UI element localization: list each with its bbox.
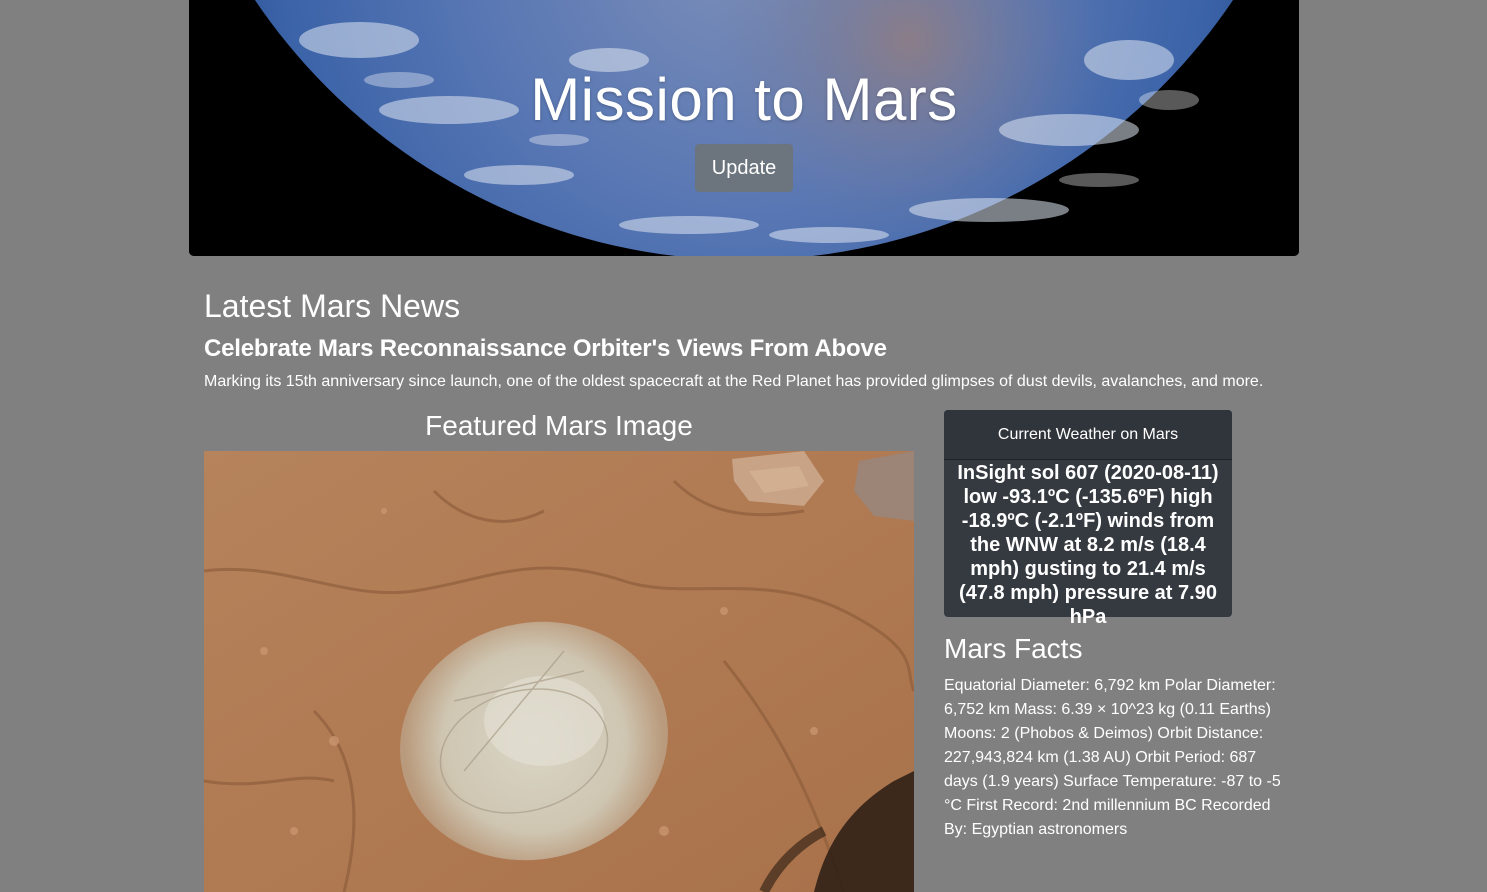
- update-button[interactable]: Update: [695, 144, 793, 192]
- weather-card-header: Current Weather on Mars: [944, 410, 1232, 460]
- facts-heading: Mars Facts: [944, 633, 1083, 664]
- featured-mars-image: [204, 451, 914, 892]
- facts-text: Equatorial Diameter: 6,792 km Polar Diam…: [944, 677, 1281, 838]
- page: Mission to Mars Update Latest Mars News …: [0, 0, 1487, 892]
- mars-surface-image: [204, 451, 914, 892]
- featured-image-heading: Featured Mars Image: [425, 410, 693, 441]
- hero-banner: Mission to Mars Update: [189, 0, 1299, 256]
- news-heading: Latest Mars News: [204, 288, 461, 324]
- news-title: Celebrate Mars Reconnaissance Orbiter's …: [204, 335, 887, 362]
- news-teaser: Marking its 15th anniversary since launc…: [204, 373, 1264, 390]
- page-title: Mission to Mars: [530, 66, 958, 133]
- weather-card: Current Weather on Mars InSight sol 607 …: [944, 410, 1232, 628]
- weather-report: InSight sol 607 (2020-08-11) low -93.1ºC…: [957, 462, 1219, 628]
